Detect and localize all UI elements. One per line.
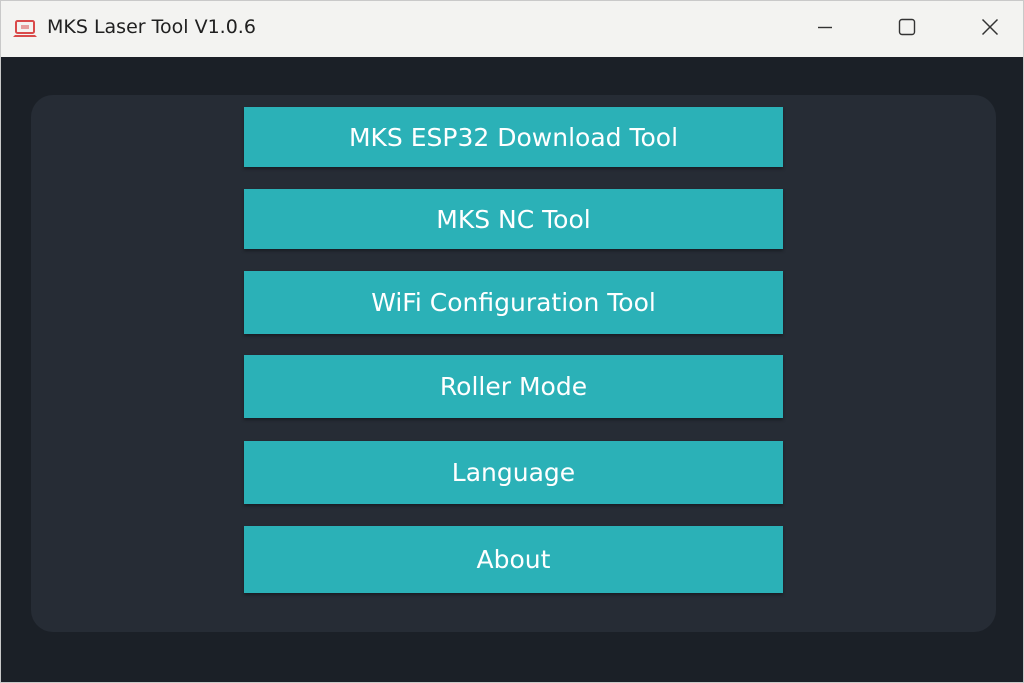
- language-button[interactable]: Language: [244, 441, 783, 504]
- app-window: MKS Laser Tool V1.0.6 MKS ESP32 Download…: [0, 0, 1024, 683]
- window-title: MKS Laser Tool V1.0.6: [47, 16, 256, 38]
- minimize-icon: [815, 17, 835, 41]
- esp32-download-tool-button[interactable]: MKS ESP32 Download Tool: [244, 107, 783, 167]
- nc-tool-button[interactable]: MKS NC Tool: [244, 189, 783, 249]
- roller-mode-button[interactable]: Roller Mode: [244, 355, 783, 418]
- laptop-icon: [12, 19, 38, 41]
- wifi-configuration-tool-button[interactable]: WiFi Configuration Tool: [244, 271, 783, 334]
- maximize-button[interactable]: [866, 1, 948, 57]
- title-bar[interactable]: MKS Laser Tool V1.0.6: [1, 1, 1023, 57]
- menu-panel: MKS ESP32 Download Tool MKS NC Tool WiFi…: [31, 95, 996, 632]
- minimize-button[interactable]: [784, 1, 866, 57]
- close-button[interactable]: [949, 1, 1023, 57]
- close-icon: [980, 17, 1000, 41]
- about-button[interactable]: About: [244, 526, 783, 593]
- maximize-icon: [897, 17, 917, 41]
- main-content: MKS ESP32 Download Tool MKS NC Tool WiFi…: [1, 57, 1023, 682]
